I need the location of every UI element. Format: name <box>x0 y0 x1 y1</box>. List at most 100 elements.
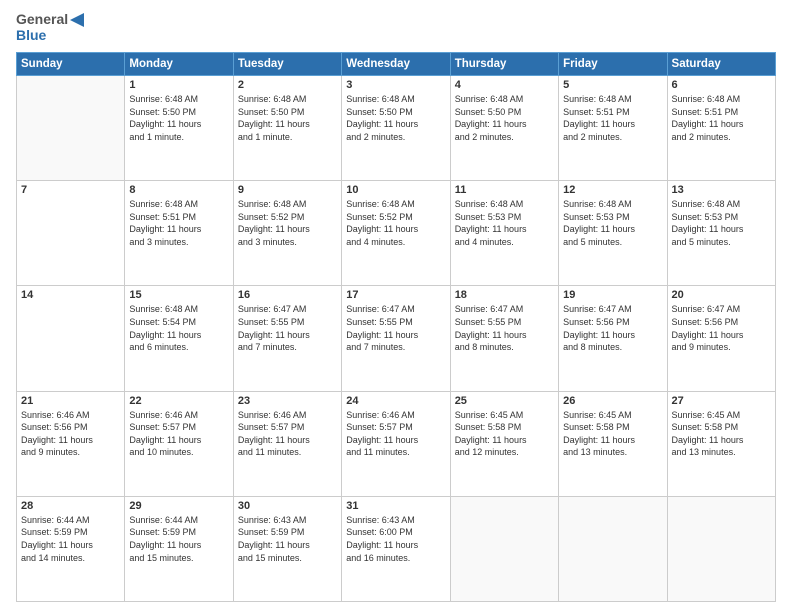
calendar-cell: 30Sunrise: 6:43 AMSunset: 5:59 PMDayligh… <box>233 496 341 601</box>
day-info: Sunrise: 6:46 AMSunset: 5:57 PMDaylight:… <box>129 409 228 459</box>
day-number: 10 <box>346 184 445 196</box>
day-info: Sunrise: 6:47 AMSunset: 5:56 PMDaylight:… <box>672 303 771 353</box>
day-info: Sunrise: 6:48 AMSunset: 5:54 PMDaylight:… <box>129 303 228 353</box>
calendar-cell: 12 Sunrise: 6:48 AMSunset: 5:53 PMDayligh… <box>559 181 667 286</box>
calendar-cell: 31 Sunrise: 6:43 AMSunset: 6:00 PMDayligh… <box>342 496 450 601</box>
calendar-cell: 20 Sunrise: 6:47 AMSunset: 5:56 PMDayligh… <box>667 286 775 391</box>
day-info: Sunrise: 6:45 AMSunset: 5:58 PMDaylight:… <box>455 409 554 459</box>
day-number: 4 <box>455 79 554 91</box>
calendar-cell: 17Sunrise: 6:47 AMSunset: 5:55 PMDayligh… <box>342 286 450 391</box>
calendar-dow-saturday: Saturday <box>667 53 775 76</box>
day-number: 25 <box>455 395 554 407</box>
day-number: 24 <box>346 395 445 407</box>
day-number: 16 <box>238 289 337 301</box>
day-info: Sunrise: 6:44 AMSunset: 5:59 PMDaylight:… <box>129 514 228 564</box>
calendar-table: SundayMondayTuesdayWednesdayThursdayFrid… <box>16 52 776 602</box>
calendar-cell: 2 Sunrise: 6:48 AMSunset: 5:50 PMDaylight… <box>233 76 341 181</box>
calendar-dow-sunday: Sunday <box>17 53 125 76</box>
calendar-cell: 10 Sunrise: 6:48 AMSunset: 5:52 PMDayligh… <box>342 181 450 286</box>
day-number: 18 <box>455 289 554 301</box>
day-number: 7 <box>21 184 120 196</box>
day-number: 9 <box>238 184 337 196</box>
day-number: 1 <box>129 79 228 91</box>
day-info: Sunrise: 6:48 AMSunset: 5:51 PMDaylight:… <box>563 93 662 143</box>
day-info: Sunrise: 6:46 AMSunset: 5:56 PMDaylight:… <box>21 409 120 459</box>
day-info: Sunrise: 6:47 AMSunset: 5:55 PMDaylight:… <box>455 303 554 353</box>
day-number: 21 <box>21 395 120 407</box>
day-number: 22 <box>129 395 228 407</box>
calendar-cell: 1 Sunrise: 6:48 AMSunset: 5:50 PMDaylight… <box>125 76 233 181</box>
calendar-cell <box>667 496 775 601</box>
day-info: Sunrise: 6:48 AMSunset: 5:52 PMDaylight:… <box>346 198 445 248</box>
day-number: 3 <box>346 79 445 91</box>
calendar-week-row: 21 Sunrise: 6:46 AMSunset: 5:56 PMDayligh… <box>17 391 776 496</box>
day-info: Sunrise: 6:48 AMSunset: 5:50 PMDaylight:… <box>129 93 228 143</box>
calendar-cell: 25 Sunrise: 6:45 AMSunset: 5:58 PMDayligh… <box>450 391 558 496</box>
day-number: 27 <box>672 395 771 407</box>
calendar-cell: 19 Sunrise: 6:47 AMSunset: 5:56 PMDayligh… <box>559 286 667 391</box>
day-number: 13 <box>672 184 771 196</box>
calendar-cell: 26Sunrise: 6:45 AMSunset: 5:58 PMDayligh… <box>559 391 667 496</box>
calendar-cell: 23Sunrise: 6:46 AMSunset: 5:57 PMDayligh… <box>233 391 341 496</box>
page: GeneralBlue SundayMondayTuesdayWednesday… <box>0 0 792 612</box>
calendar-dow-thursday: Thursday <box>450 53 558 76</box>
day-number: 11 <box>455 184 554 196</box>
day-info: Sunrise: 6:48 AMSunset: 5:53 PMDaylight:… <box>563 198 662 248</box>
calendar-dow-friday: Friday <box>559 53 667 76</box>
day-number: 28 <box>21 500 120 512</box>
calendar-week-row: 28 Sunrise: 6:44 AMSunset: 5:59 PMDayligh… <box>17 496 776 601</box>
calendar-cell: 16Sunrise: 6:47 AMSunset: 5:55 PMDayligh… <box>233 286 341 391</box>
day-info: Sunrise: 6:48 AMSunset: 5:53 PMDaylight:… <box>672 198 771 248</box>
calendar-cell: 22 Sunrise: 6:46 AMSunset: 5:57 PMDayligh… <box>125 391 233 496</box>
day-info: Sunrise: 6:48 AMSunset: 5:50 PMDaylight:… <box>455 93 554 143</box>
calendar-cell: 5 Sunrise: 6:48 AMSunset: 5:51 PMDaylight… <box>559 76 667 181</box>
calendar-cell: 6Sunrise: 6:48 AMSunset: 5:51 PMDaylight… <box>667 76 775 181</box>
calendar-cell <box>450 496 558 601</box>
day-info: Sunrise: 6:48 AMSunset: 5:53 PMDaylight:… <box>455 198 554 248</box>
day-info: Sunrise: 6:44 AMSunset: 5:59 PMDaylight:… <box>21 514 120 564</box>
logo-blue: Blue <box>16 27 46 43</box>
day-info: Sunrise: 6:45 AMSunset: 5:58 PMDaylight:… <box>563 409 662 459</box>
logo-bird-icon <box>70 13 88 27</box>
calendar-cell: 27 Sunrise: 6:45 AMSunset: 5:58 PMDayligh… <box>667 391 775 496</box>
day-number: 29 <box>129 500 228 512</box>
day-number: 31 <box>346 500 445 512</box>
day-number: 6 <box>672 79 771 91</box>
calendar-week-row: 1 Sunrise: 6:48 AMSunset: 5:50 PMDaylight… <box>17 76 776 181</box>
calendar-week-row: 78 Sunrise: 6:48 AMSunset: 5:51 PMDayligh… <box>17 181 776 286</box>
day-number: 5 <box>563 79 662 91</box>
calendar-cell: 3 Sunrise: 6:48 AMSunset: 5:50 PMDaylight… <box>342 76 450 181</box>
day-info: Sunrise: 6:48 AMSunset: 5:52 PMDaylight:… <box>238 198 337 248</box>
calendar-cell: 11 Sunrise: 6:48 AMSunset: 5:53 PMDayligh… <box>450 181 558 286</box>
day-number: 8 <box>129 184 228 196</box>
calendar-cell <box>559 496 667 601</box>
day-info: Sunrise: 6:48 AMSunset: 5:50 PMDaylight:… <box>238 93 337 143</box>
day-number: 19 <box>563 289 662 301</box>
calendar-cell <box>17 76 125 181</box>
calendar-cell: 21 Sunrise: 6:46 AMSunset: 5:56 PMDayligh… <box>17 391 125 496</box>
calendar-cell: 29 Sunrise: 6:44 AMSunset: 5:59 PMDayligh… <box>125 496 233 601</box>
day-number: 2 <box>238 79 337 91</box>
calendar-cell: 8 Sunrise: 6:48 AMSunset: 5:51 PMDaylight… <box>125 181 233 286</box>
calendar-cell: 13 Sunrise: 6:48 AMSunset: 5:53 PMDayligh… <box>667 181 775 286</box>
day-info: Sunrise: 6:43 AMSunset: 6:00 PMDaylight:… <box>346 514 445 564</box>
calendar-cell: 9 Sunrise: 6:48 AMSunset: 5:52 PMDaylight… <box>233 181 341 286</box>
calendar-cell: 7 <box>17 181 125 286</box>
calendar-cell: 28 Sunrise: 6:44 AMSunset: 5:59 PMDayligh… <box>17 496 125 601</box>
calendar-cell: 14 <box>17 286 125 391</box>
calendar-cell: 4 Sunrise: 6:48 AMSunset: 5:50 PMDaylight… <box>450 76 558 181</box>
logo-general: General <box>16 11 68 27</box>
day-number: 12 <box>563 184 662 196</box>
day-number: 23 <box>238 395 337 407</box>
calendar-cell: 24Sunrise: 6:46 AMSunset: 5:57 PMDayligh… <box>342 391 450 496</box>
day-number: 15 <box>129 289 228 301</box>
day-info: Sunrise: 6:48 AMSunset: 5:50 PMDaylight:… <box>346 93 445 143</box>
day-info: Sunrise: 6:45 AMSunset: 5:58 PMDaylight:… <box>672 409 771 459</box>
day-info: Sunrise: 6:43 AMSunset: 5:59 PMDaylight:… <box>238 514 337 564</box>
calendar-dow-tuesday: Tuesday <box>233 53 341 76</box>
day-number: 20 <box>672 289 771 301</box>
day-info: Sunrise: 6:47 AMSunset: 5:55 PMDaylight:… <box>346 303 445 353</box>
day-info: Sunrise: 6:47 AMSunset: 5:56 PMDaylight:… <box>563 303 662 353</box>
calendar-dow-wednesday: Wednesday <box>342 53 450 76</box>
day-info: Sunrise: 6:48 AMSunset: 5:51 PMDaylight:… <box>129 198 228 248</box>
